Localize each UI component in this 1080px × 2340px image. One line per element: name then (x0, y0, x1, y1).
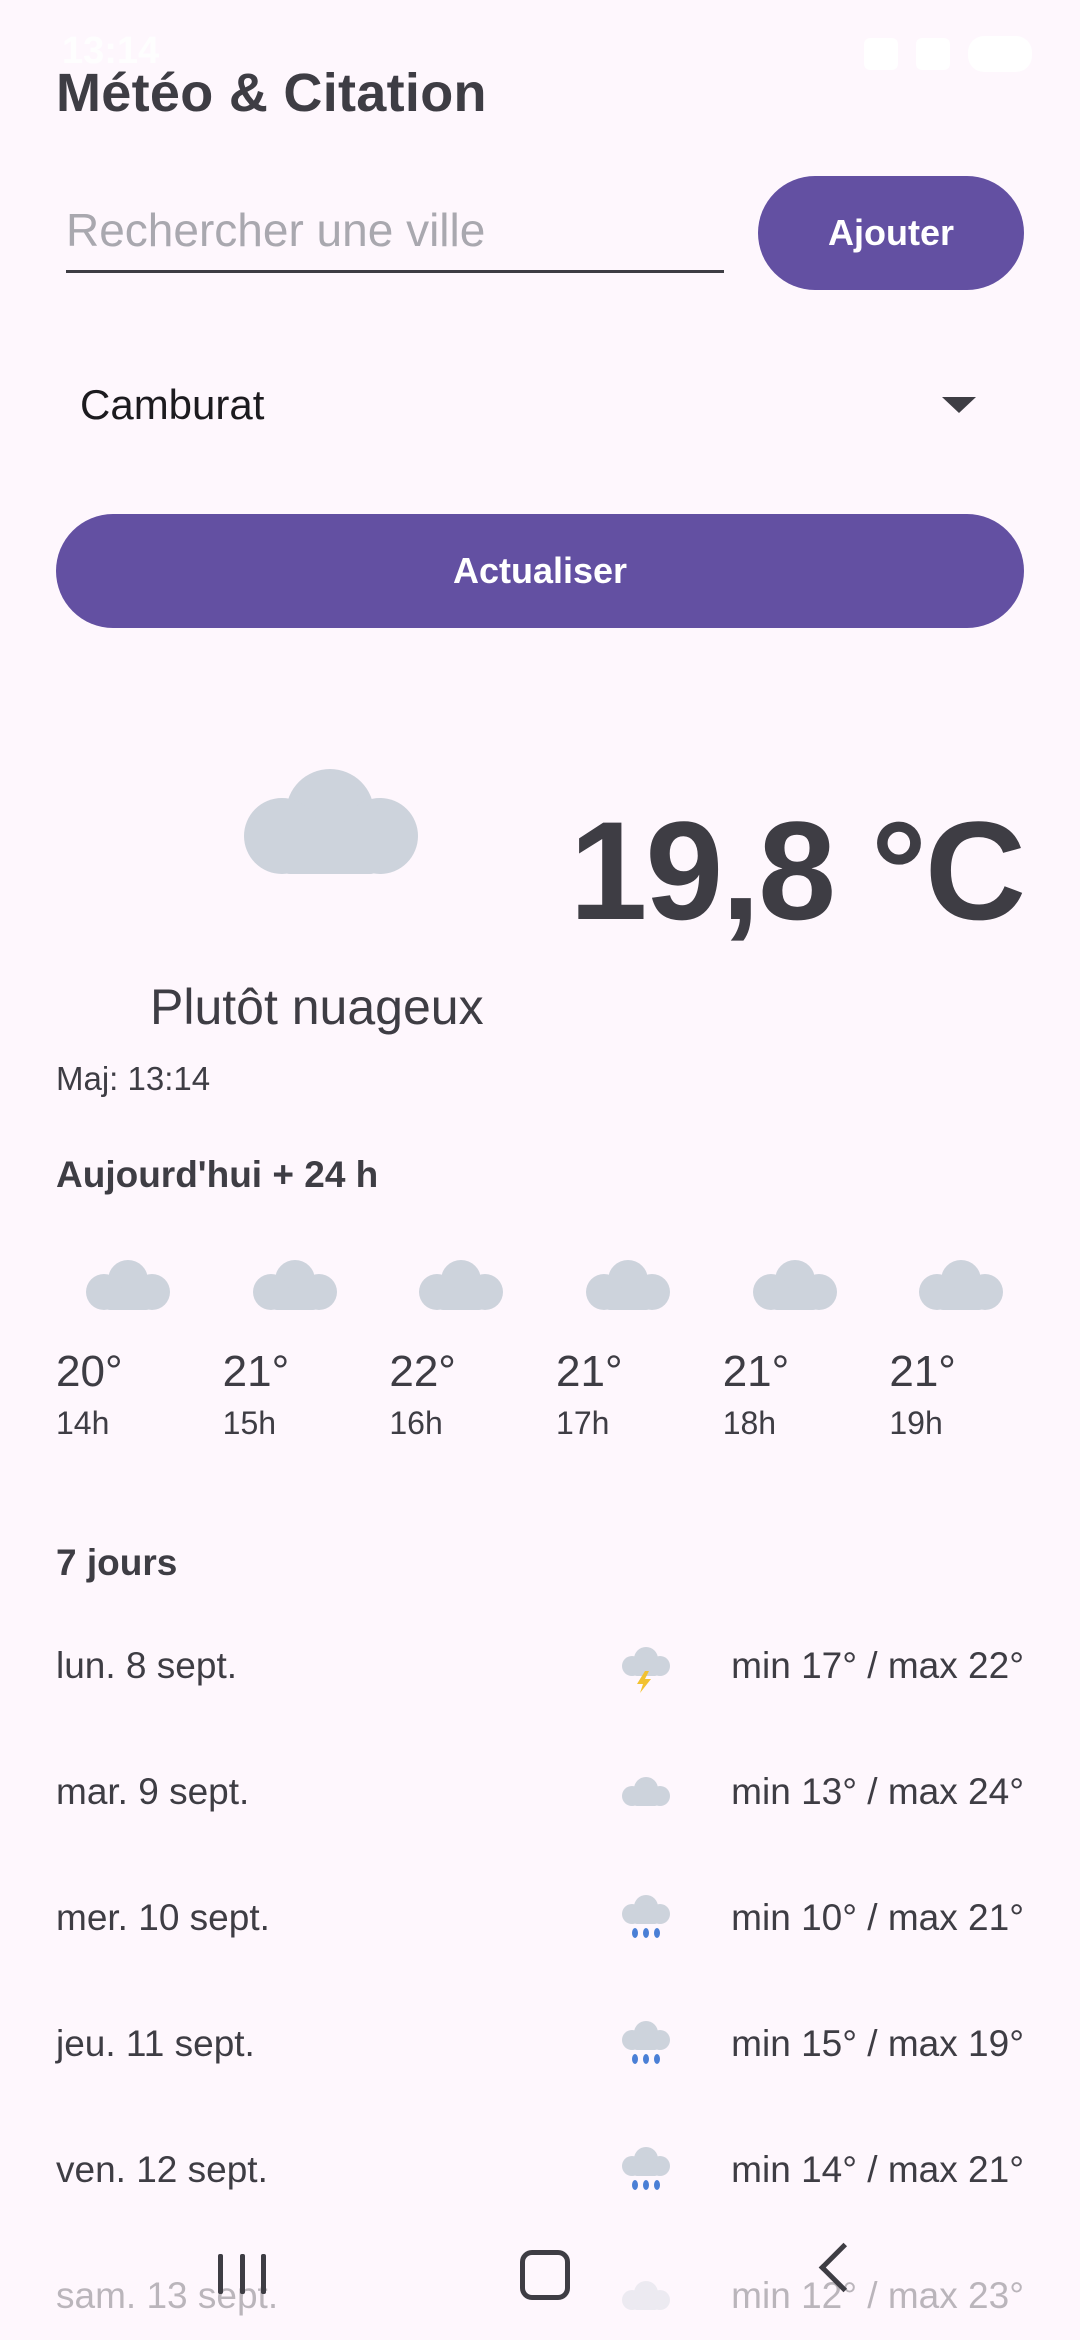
hourly-item: 21° 17h (556, 1258, 723, 1442)
hourly-forecast: 20° 14h 21° 15h 22° 16h 21° 17h 21° 18h … (56, 1258, 1056, 1442)
daily-title: 7 jours (56, 1542, 178, 1583)
cloud-icon (86, 1260, 170, 1310)
hourly-temp: 20° (56, 1347, 123, 1396)
daily-range: min 10° / max 21° (731, 1897, 1024, 1938)
hourly-hour: 15h (222, 1405, 277, 1441)
current-condition: Plutôt nuageux (150, 979, 484, 1035)
recent-apps-button[interactable] (218, 2254, 266, 2294)
current-temperature: 19,8 °C (569, 792, 1026, 949)
hourly-item: 21° 15h (223, 1258, 390, 1442)
refresh-button[interactable]: Actualiser (56, 514, 1024, 628)
search-input[interactable] (66, 190, 724, 270)
daily-row: lun. 8 sept. min 17° / max 22° (56, 1626, 1024, 1706)
daily-row: jeu. 11 sept. min 15° / max 19° (56, 2004, 1024, 2084)
hourly-title: Aujourd'hui + 24 h (56, 1154, 379, 1195)
battery-icon (968, 36, 1032, 72)
hourly-temp: 21° (889, 1347, 956, 1396)
daily-row: ven. 12 sept. min 14° / max 21° (56, 2130, 1024, 2210)
hourly-temp: 22° (389, 1347, 456, 1396)
daily-range: min 14° / max 21° (731, 2149, 1024, 2190)
daily-range: min 15° / max 19° (731, 2023, 1024, 2064)
hourly-hour: 14h (56, 1405, 110, 1441)
page-title: Météo & Citation (56, 63, 487, 123)
rain-icon (618, 2143, 672, 2197)
cloud-icon (618, 1765, 672, 1819)
hourly-item: 20° 14h (56, 1258, 223, 1442)
daily-day: lun. 8 sept. (56, 1645, 238, 1686)
wifi-icon (864, 38, 898, 70)
dropdown-arrow-icon (942, 397, 976, 413)
cloud-icon (419, 1260, 504, 1310)
rain-icon (618, 1891, 672, 1945)
cloud-icon (752, 1260, 837, 1310)
search-field[interactable] (66, 190, 724, 273)
hourly-item: 21° 18h (723, 1258, 890, 1442)
hourly-hour: 19h (889, 1405, 943, 1441)
cloud-icon (618, 2269, 672, 2323)
hourly-hour: 18h (722, 1405, 777, 1441)
hourly-item: 21° 19h (889, 1258, 1056, 1442)
cloud-icon (252, 1260, 337, 1310)
daily-day: mer. 10 sept. (56, 1897, 270, 1938)
hourly-hour: 17h (556, 1405, 610, 1441)
daily-range: min 12° / max 23° (731, 2275, 1024, 2316)
hourly-item: 22° 16h (389, 1258, 556, 1442)
rain-icon (618, 2017, 672, 2071)
cloud-icon (244, 769, 418, 874)
daily-day: mar. 9 sept. (56, 1771, 250, 1812)
city-dropdown-value: Camburat (80, 381, 265, 428)
daily-day: ven. 12 sept. (56, 2149, 268, 2190)
hourly-temp: 21° (222, 1347, 290, 1396)
daily-row: mar. 9 sept. min 13° / max 24° (56, 1752, 1024, 1832)
hourly-hour: 16h (389, 1405, 443, 1441)
hourly-temp: 21° (722, 1347, 790, 1396)
city-dropdown[interactable]: Camburat (56, 350, 1024, 460)
daily-range: min 17° / max 22° (731, 1645, 1024, 1686)
hourly-temp: 21° (556, 1347, 623, 1396)
home-button[interactable] (520, 2250, 570, 2300)
daily-day: jeu. 11 sept. (56, 2023, 255, 2064)
status-icons (864, 36, 1032, 72)
add-city-button[interactable]: Ajouter (758, 176, 1024, 290)
cloud-icon (919, 1260, 1004, 1310)
last-updated: Maj: 13:14 (56, 1060, 211, 1097)
thunderstorm-icon (618, 1639, 672, 1693)
signal-icon (916, 38, 950, 70)
daily-row: mer. 10 sept. min 10° / max 21° (56, 1878, 1024, 1958)
daily-range: min 13° / max 24° (731, 1771, 1024, 1812)
cloud-icon (586, 1260, 671, 1310)
